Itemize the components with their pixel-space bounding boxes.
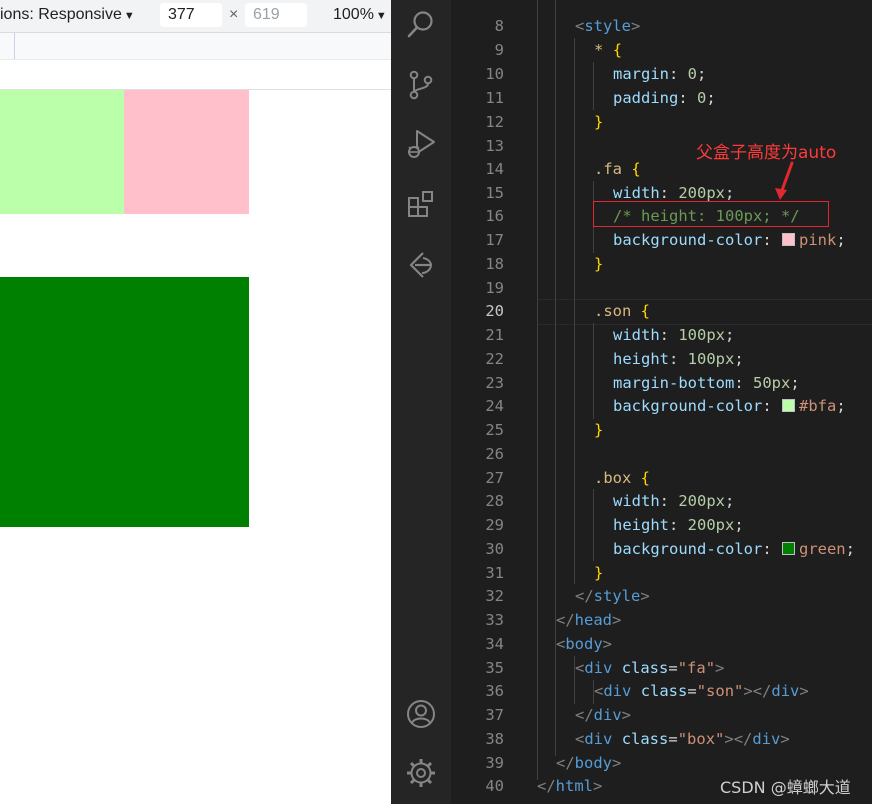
times-icon: × <box>229 6 239 23</box>
code-line: 19 <box>451 276 872 300</box>
code-line: 36 <div class="son"></div> <box>451 679 872 703</box>
code-line: 33 </head> <box>451 608 872 632</box>
code-line: 31} <box>451 561 872 585</box>
color-swatch-green[interactable] <box>781 542 795 555</box>
annotation-arrow-icon <box>775 161 794 200</box>
zoom-label: 100% <box>333 6 374 23</box>
source-control-icon[interactable] <box>403 67 439 103</box>
code-line: 39 </body> <box>451 751 872 775</box>
dimensions-dropdown[interactable]: ions: Responsive ▼ <box>0 6 135 24</box>
line-number: 32 <box>485 587 504 605</box>
device-toolbar: ions: Responsive ▼ 377 × 619 100% ▼ <box>0 0 391 33</box>
code-line: 10 margin: 0; <box>451 62 872 86</box>
code-line: 17 background-color: pink; <box>451 228 872 252</box>
line-number: 9 <box>494 41 504 59</box>
dimensions-label: ions: Responsive <box>0 6 122 23</box>
line-number: 30 <box>485 540 504 558</box>
code-line: 24 background-color: #bfa; <box>451 394 872 418</box>
color-swatch-bfa[interactable] <box>781 399 795 412</box>
line-number: 33 <box>485 611 504 629</box>
code-line: 32 </style> <box>451 584 872 608</box>
line-number: 18 <box>485 255 504 273</box>
line-number: 24 <box>485 397 504 415</box>
code-line: 21 width: 100px; <box>451 323 872 347</box>
page-viewport <box>0 89 391 804</box>
line-number: 23 <box>485 374 504 392</box>
line-number: 15 <box>485 184 504 202</box>
code-line: 22 height: 100px; <box>451 347 872 371</box>
fa-box <box>124 90 249 214</box>
line-number: 14 <box>485 160 504 178</box>
manage-gear-icon[interactable] <box>403 755 439 791</box>
code-line: 11 padding: 0; <box>451 86 872 110</box>
line-number: 22 <box>485 350 504 368</box>
account-icon[interactable] <box>403 696 439 732</box>
annotation-highlight-box <box>593 201 829 227</box>
browser-pane: ions: Responsive ▼ 377 × 619 100% ▼ <box>0 0 391 804</box>
line-number: 16 <box>485 207 504 225</box>
code-line: 9 * { <box>451 38 872 62</box>
media-query-ruler[interactable] <box>0 33 391 60</box>
code-line: 28 width: 200px; <box>451 489 872 513</box>
line-number: 35 <box>485 659 504 677</box>
line-number: 13 <box>485 137 504 155</box>
search-icon[interactable] <box>403 6 439 42</box>
line-number: 28 <box>485 492 504 510</box>
watermark: CSDN @蟑螂大道 <box>720 778 851 797</box>
green-box <box>0 277 249 527</box>
line-number: 12 <box>485 113 504 131</box>
activity-bar <box>391 0 451 804</box>
vscode-window: 8 <style> 9 * { 10 margin: 0; 11 padding: 0;… <box>391 0 872 804</box>
code-line: 34 <body> <box>451 632 872 656</box>
line-number: 19 <box>485 279 504 297</box>
run-debug-icon[interactable] <box>403 126 439 162</box>
line-number: 10 <box>485 65 504 83</box>
code-line: 23 margin-bottom: 50px; <box>451 371 872 395</box>
remote-explorer-icon[interactable] <box>403 247 439 283</box>
line-number: 20 <box>485 302 504 320</box>
code-line: 38 <div class="box"></div> <box>451 727 872 751</box>
line-number: 27 <box>485 469 504 487</box>
width-input[interactable]: 377 <box>160 3 222 27</box>
code-editor[interactable]: 8 <style> 9 * { 10 margin: 0; 11 padding: 0;… <box>451 0 872 804</box>
height-input[interactable]: 619 <box>245 3 307 27</box>
line-number: 40 <box>485 777 504 795</box>
line-number: 8 <box>494 17 504 35</box>
ruler-marker <box>14 33 15 59</box>
line-number: 38 <box>485 730 504 748</box>
line-number: 39 <box>485 754 504 772</box>
color-swatch-pink[interactable] <box>781 233 795 246</box>
son-box <box>0 90 124 214</box>
code-line: 12} <box>451 110 872 134</box>
line-number: 37 <box>485 706 504 724</box>
caret-down-icon: ▼ <box>123 10 135 22</box>
zoom-dropdown[interactable]: 100% ▼ <box>333 6 387 24</box>
code-line: 25} <box>451 418 872 442</box>
code-line: 8 <style> <box>451 14 872 38</box>
line-number: 11 <box>485 89 504 107</box>
code-line: 35 <div class="fa"> <box>451 656 872 680</box>
line-number: 17 <box>485 231 504 249</box>
code-line: 37 </div> <box>451 703 872 727</box>
code-line: 30 background-color: green; <box>451 537 872 561</box>
code-line: 27 .box { <box>451 466 872 490</box>
line-number: 21 <box>485 326 504 344</box>
code-line: 26 <box>451 442 872 466</box>
line-number: 25 <box>485 421 504 439</box>
line-number: 31 <box>485 564 504 582</box>
line-number: 26 <box>485 445 504 463</box>
code-line: 18} <box>451 252 872 276</box>
extensions-icon[interactable] <box>403 187 439 223</box>
caret-down-icon: ▼ <box>375 10 387 22</box>
code-line-active: 20 .son { <box>451 299 872 323</box>
code-line: 29 height: 200px; <box>451 513 872 537</box>
line-number: 36 <box>485 682 504 700</box>
line-number: 29 <box>485 516 504 534</box>
line-number: 34 <box>485 635 504 653</box>
